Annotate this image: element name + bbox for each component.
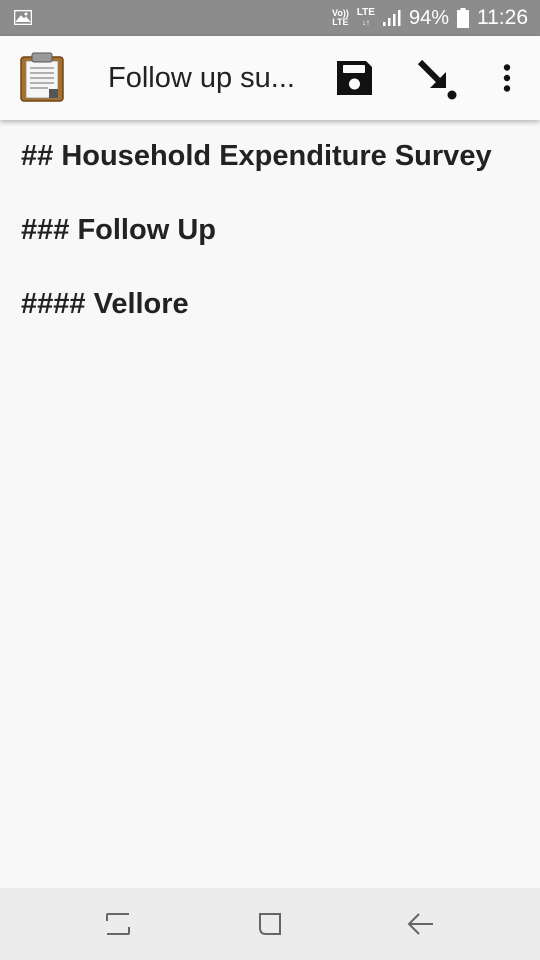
home-icon — [259, 913, 281, 935]
navigation-bar — [0, 888, 540, 960]
save-button[interactable] — [330, 54, 378, 102]
recents-button[interactable] — [88, 902, 148, 946]
clock: 11:26 — [477, 6, 528, 29]
status-bar: Vo)) LTE LTE ↓↑ 94% 11:26 — [0, 0, 540, 36]
more-vert-icon — [503, 64, 511, 92]
move-icon — [417, 59, 457, 100]
app-bar: Follow up su... — [0, 36, 540, 120]
lte-indicator: LTE ↓↑ — [356, 7, 375, 28]
back-icon — [407, 913, 433, 935]
back-button[interactable] — [391, 902, 451, 946]
recents-icon — [106, 913, 130, 935]
document-line: ## Household Expenditure Survey — [21, 140, 492, 172]
battery-icon — [457, 8, 469, 28]
signal-icon — [382, 10, 401, 26]
save-icon — [337, 61, 372, 95]
image-icon — [14, 10, 32, 25]
volte-indicator: Vo)) LTE — [331, 8, 349, 27]
document-line: ### Follow Up — [21, 214, 216, 246]
document-content[interactable]: ## Household Expenditure Survey ### Foll… — [0, 120, 540, 888]
battery-percent: 94% — [408, 6, 449, 29]
move-button[interactable] — [412, 54, 460, 102]
page-title: Follow up su... — [108, 62, 295, 94]
clipboard-icon[interactable] — [20, 52, 64, 102]
more-options-button[interactable] — [487, 54, 527, 102]
home-button[interactable] — [240, 902, 300, 946]
document-line: #### Vellore — [21, 288, 189, 320]
